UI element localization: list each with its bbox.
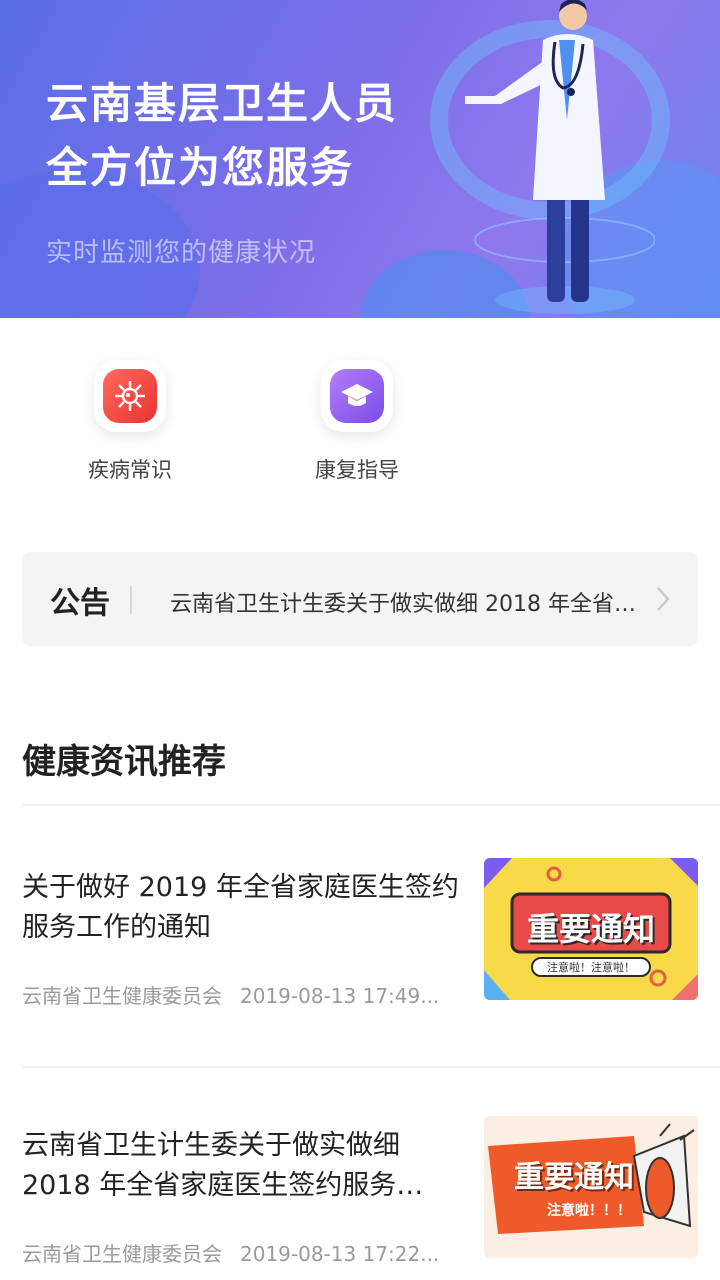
news-item[interactable]: 关于做好 2019 年全省家庭医生签约服务工作的通知 云南省卫生健康委员会 201… [22, 858, 698, 1018]
announcement-tag: 公告 [50, 586, 110, 621]
entry-label: 疾病常识 [88, 458, 172, 482]
news-item[interactable]: 云南省卫生计生委关于做实做细 2018 年全省家庭医生签约服务… 云南省卫生健康… [22, 1116, 698, 1276]
entry-disease-knowledge[interactable]: 疾病常识 [60, 360, 200, 484]
virus-icon [103, 369, 157, 423]
news-title: 关于做好 2019 年全省家庭医生签约服务工作的通知 [22, 872, 459, 943]
news-thumbnail: 重要通知 注意啦！！！ [484, 1116, 698, 1258]
banner-title-line2: 全方位为您服务 [46, 143, 355, 192]
thumb-label: 重要通知 [526, 910, 655, 948]
thumb-sublabel: 注意啦！！！ [547, 1203, 631, 1219]
doctor-illustration [465, 0, 655, 314]
news-source: 云南省卫生健康委员会 [22, 984, 222, 1008]
news-time: 2019-08-13 17:49... [240, 984, 440, 1008]
entry-icon-wrap [94, 360, 166, 432]
divider [130, 586, 132, 614]
news-time: 2019-08-13 17:22... [240, 1242, 440, 1266]
banner-title-line1: 云南基层卫生人员 [46, 79, 399, 128]
hero-banner[interactable]: 云南基层卫生人员 全方位为您服务 实时监测您的健康状况 [0, 0, 720, 318]
announcement-bar[interactable]: 公告 云南省卫生计生委关于做实做细 2018 年全省家庭医生签约服务工作的通知 [22, 552, 698, 646]
entry-label: 康复指导 [315, 458, 399, 482]
divider [22, 804, 720, 806]
entry-rehab-guidance[interactable]: 康复指导 [287, 360, 427, 484]
news-thumbnail: 重要通知 注意啦！注意啦！ [484, 858, 698, 1000]
graduation-cap-icon [330, 369, 384, 423]
entry-icon-wrap [321, 360, 393, 432]
chevron-right-icon [657, 587, 670, 611]
news-title: 云南省卫生计生委关于做实做细 2018 年全省家庭医生签约服务… [22, 1130, 424, 1201]
news-source: 云南省卫生健康委员会 [22, 1242, 222, 1266]
divider [22, 1066, 720, 1068]
section-title: 健康资讯推荐 [22, 742, 226, 782]
banner-subtitle: 实时监测您的健康状况 [46, 238, 317, 268]
news-meta: 云南省卫生健康委员会 2019-08-13 17:49... [22, 980, 439, 1009]
thumb-label: 重要通知 [514, 1160, 634, 1195]
thumb-sublabel: 注意啦！注意啦！ [547, 961, 635, 974]
announcement-text: 云南省卫生计生委关于做实做细 2018 年全省家庭医生签约服务工作的通知 [170, 592, 640, 617]
banner-title: 云南基层卫生人员 全方位为您服务 [46, 72, 398, 200]
news-meta: 云南省卫生健康委员会 2019-08-13 17:22... [22, 1238, 439, 1267]
